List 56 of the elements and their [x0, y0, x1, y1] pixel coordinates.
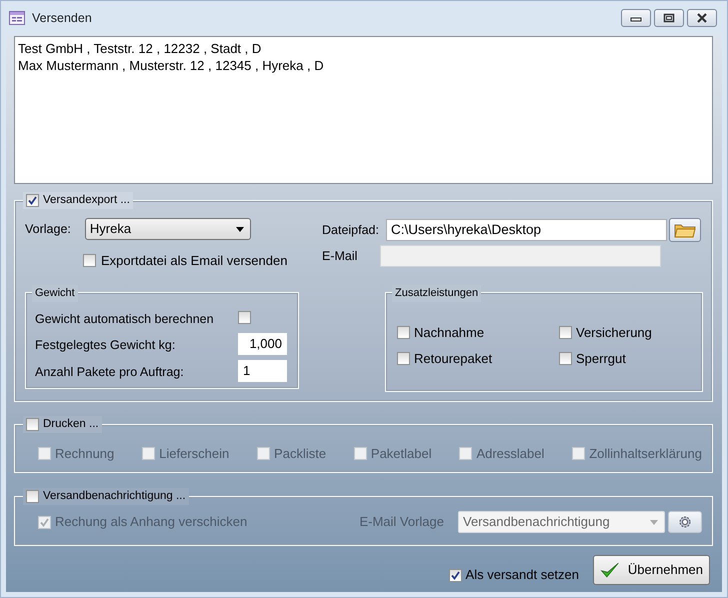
checkbox[interactable]: [448, 568, 462, 582]
package-count-field[interactable]: 1: [238, 360, 287, 382]
checkbox[interactable]: [238, 311, 251, 324]
checkbox[interactable]: [559, 352, 572, 366]
checkbox[interactable]: [397, 326, 410, 340]
browse-button[interactable]: [668, 218, 701, 242]
window-title: Versenden: [32, 10, 92, 27]
apply-button[interactable]: Übernehmen: [593, 555, 710, 585]
email-label: E-Mail: [322, 248, 358, 265]
section-title: Drucken ...: [43, 417, 99, 432]
checkbox-label: Rechung als Anhang verschicken: [55, 513, 248, 532]
checkbox-label: Retourepaket: [414, 350, 492, 368]
settings-button[interactable]: [668, 511, 702, 533]
address-list[interactable]: Test GmbH , Teststr. 12 , 12232 , Stadt , D Max Mustermann , Musterstr. 12 , 12345 , Hyreka , D: [14, 36, 713, 184]
checkbox-label: Zollinhaltserklärung: [589, 445, 702, 463]
checkbox-label: Rechnung: [55, 445, 114, 463]
dateipfad-label: Dateipfad:: [322, 222, 379, 239]
checkbox-label: Lieferschein: [159, 445, 230, 463]
checkbox-label: Packliste: [274, 445, 326, 463]
caret-icon: [650, 520, 658, 524]
address-line: Max Mustermann , Musterstr. 12 , 12345 , Hyreka , D: [18, 57, 325, 74]
address-line: Test GmbH , Teststr. 12 , 12232 , Stadt , D: [18, 40, 262, 57]
maximize-icon: [662, 13, 675, 23]
checkbox[interactable]: [26, 418, 39, 432]
file-path-field[interactable]: C:\Users\hyreka\Desktop: [386, 219, 667, 241]
section-title: Versandexport ...: [43, 193, 130, 208]
weight-field[interactable]: 1,000: [238, 333, 287, 355]
vorlage-label: Vorlage:: [25, 220, 71, 238]
close-button[interactable]: [687, 9, 717, 27]
app-icon: [9, 11, 25, 25]
group-title: Zusatzleistungen: [392, 285, 482, 302]
settings-icon: [678, 515, 692, 529]
checkbox-label: Adresslabel: [476, 445, 544, 463]
weight-auto-label: Gewicht automatisch berechnen: [35, 311, 214, 328]
folder-icon: [674, 222, 696, 238]
caret-icon: [236, 226, 244, 232]
checkbox[interactable]: [26, 194, 39, 208]
checkbox[interactable]: [26, 490, 39, 504]
template-dropdown[interactable]: Hyreka: [84, 218, 251, 240]
close-icon: [696, 13, 708, 23]
group-title: Gewicht: [32, 285, 78, 302]
checkbox[interactable]: [559, 326, 572, 340]
maximize-button[interactable]: [654, 9, 684, 27]
section-title: Versandbenachrichtigung ...: [43, 489, 186, 504]
minimize-button[interactable]: [620, 9, 651, 27]
checkbox-label: Als versandt setzen: [466, 566, 579, 584]
fixed-weight-label: Festgelegtes Gewicht kg:: [35, 337, 176, 354]
checkbox-label: Paketlabel: [370, 445, 432, 463]
checkbox[interactable]: [83, 254, 96, 268]
checkbox-label: Exportdatei als Email versenden: [101, 252, 288, 270]
checkbox[interactable]: [397, 352, 410, 366]
package-count-label: Anzahl Pakete pro Auftrag:: [35, 364, 184, 381]
checkbox-label: Versicherung: [576, 324, 652, 342]
checkbox-label: Sperrgut: [576, 350, 626, 368]
checkbox-label: Nachnahme: [414, 324, 484, 342]
email-template-label: E-Mail Vorlage: [359, 513, 444, 532]
